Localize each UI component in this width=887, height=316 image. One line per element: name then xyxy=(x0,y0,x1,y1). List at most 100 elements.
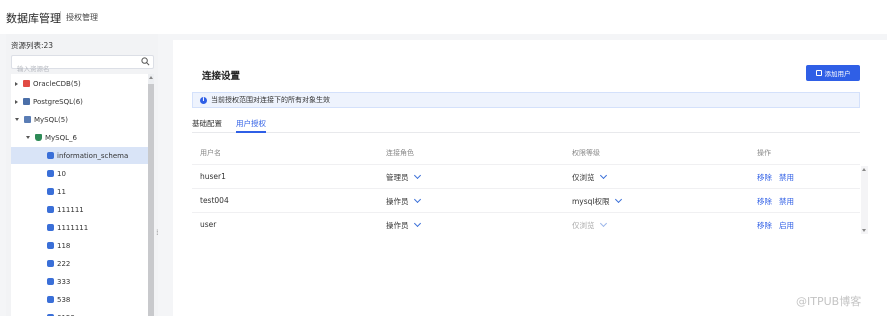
column-header-username: 用户名 xyxy=(200,149,221,157)
username-cell: test004 xyxy=(200,196,229,205)
tree-item-label: information_schema xyxy=(57,151,129,160)
schema-icon xyxy=(47,206,54,213)
tree-item-label: PostgreSQL(6) xyxy=(33,97,83,106)
postgresql-icon xyxy=(23,98,30,105)
info-icon: i xyxy=(200,96,207,104)
schema-icon xyxy=(47,188,54,195)
caret-down-icon[interactable] xyxy=(26,136,30,139)
page-title: 数据库管理 xyxy=(6,12,61,25)
tree-item[interactable]: MySQL(5) xyxy=(11,111,148,128)
table-row: test004 操作员 mysql权限 移除 禁用 xyxy=(192,188,860,212)
database-icon xyxy=(35,134,42,141)
oracle-icon xyxy=(23,80,30,87)
toggle-status-link[interactable]: 禁用 xyxy=(779,197,794,206)
tree-item[interactable]: 333 xyxy=(11,273,148,290)
schema-icon xyxy=(47,260,54,267)
chevron-down-icon[interactable] xyxy=(413,219,421,228)
column-header-role: 连接角色 xyxy=(386,149,414,157)
caret-down-icon[interactable] xyxy=(15,118,19,121)
breadcrumb-subtitle[interactable]: 授权管理 xyxy=(66,12,98,23)
add-user-label: 添加用户 xyxy=(824,70,851,78)
tree-item[interactable]: 11 xyxy=(11,183,148,200)
table-scrollbar[interactable] xyxy=(861,166,868,234)
resource-sidebar: 资源列表:23 OracleCDB(5) PostgreSQL(6) MySQL(5… xyxy=(6,34,158,316)
tree-item-label: 538 xyxy=(57,295,71,304)
schema-icon xyxy=(47,152,54,159)
resource-search-box xyxy=(11,55,154,75)
tab-basic-config[interactable]: 基础配置 xyxy=(192,118,222,133)
level-select: 仅浏览 xyxy=(572,219,607,231)
actions-cell: 移除 禁用 xyxy=(757,172,801,183)
column-header-level: 权限等级 xyxy=(572,149,600,157)
tree-item-label: 11 xyxy=(57,187,66,196)
actions-cell: 移除 启用 xyxy=(757,220,801,231)
tree-item[interactable]: MySQL_6 xyxy=(11,129,148,146)
tree-item[interactable]: 10 xyxy=(11,165,148,182)
actions-cell: 移除 禁用 xyxy=(757,196,801,207)
table-header: 用户名 连接角色 权限等级 操作 xyxy=(192,144,860,162)
table-row: huser1 管理员 仅浏览 移除 禁用 xyxy=(192,164,860,188)
role-select[interactable]: 管理员 xyxy=(386,171,421,183)
tree-item-label: 222 xyxy=(57,259,71,268)
role-select[interactable]: 操作员 xyxy=(386,195,421,207)
schema-icon xyxy=(47,296,54,303)
tab-bar: 基础配置 用户授权 xyxy=(192,117,860,133)
watermark-text: @ITPUB博客 xyxy=(796,295,862,308)
scroll-up-icon[interactable] xyxy=(149,76,153,79)
tree-item[interactable]: 111111 xyxy=(11,201,148,218)
add-user-button[interactable]: 添加用户 xyxy=(806,65,860,81)
toggle-status-link[interactable]: 禁用 xyxy=(779,173,794,182)
notice-text: 当前授权范围对连接下的所有对象生效 xyxy=(211,96,330,104)
role-select[interactable]: 操作员 xyxy=(386,219,421,231)
tab-user-authorization[interactable]: 用户授权 xyxy=(236,118,266,133)
connection-settings-panel: 连接设置 添加用户 i 当前授权范围对连接下的所有对象生效 基础配置 用户授权 … xyxy=(173,40,887,316)
remove-link[interactable]: 移除 xyxy=(757,221,772,230)
resize-handle-icon[interactable]: ⁞ xyxy=(156,228,159,237)
tree-item-label: 333 xyxy=(57,277,71,286)
tree-item-label: 10 xyxy=(57,169,66,178)
chevron-down-icon[interactable] xyxy=(599,171,607,180)
tree-item-label: 111111 xyxy=(57,205,84,214)
schema-icon xyxy=(47,278,54,285)
tree-item[interactable]: 6153 xyxy=(11,309,148,316)
toggle-status-link[interactable]: 启用 xyxy=(779,221,794,230)
tree-scrollbar[interactable] xyxy=(148,74,154,316)
tree-item-label: OracleCDB(5) xyxy=(33,79,81,88)
schema-icon xyxy=(47,170,54,177)
schema-icon xyxy=(47,224,54,231)
caret-right-icon[interactable] xyxy=(15,99,18,104)
tree-item[interactable]: 118 xyxy=(11,237,148,254)
role-value: 操作员 xyxy=(386,221,409,230)
scroll-down-icon[interactable] xyxy=(862,229,866,232)
caret-right-icon[interactable] xyxy=(15,81,18,86)
chevron-down-icon[interactable] xyxy=(413,171,421,180)
level-select[interactable]: mysql权限 xyxy=(572,195,622,207)
tree-item[interactable]: OracleCDB(5) xyxy=(11,75,148,92)
level-value: 仅浏览 xyxy=(572,173,595,182)
tree-item-label: 1111111 xyxy=(57,223,89,232)
column-header-actions: 操作 xyxy=(757,149,771,157)
remove-link[interactable]: 移除 xyxy=(757,197,772,206)
top-bar: 数据库管理 | 授权管理 xyxy=(0,0,887,34)
username-cell: huser1 xyxy=(200,172,226,181)
mysql-icon xyxy=(24,116,31,123)
resource-tree: OracleCDB(5) PostgreSQL(6) MySQL(5) MySQL_6… xyxy=(11,74,148,316)
chevron-down-icon[interactable] xyxy=(413,195,421,204)
scrollbar-thumb[interactable] xyxy=(148,84,154,316)
title-separator: | xyxy=(59,11,63,21)
chevron-down-icon[interactable] xyxy=(614,195,622,204)
tree-item[interactable]: 538 xyxy=(11,291,148,308)
scroll-up-icon[interactable] xyxy=(862,168,866,171)
tree-item-label: 118 xyxy=(57,241,71,250)
tree-item[interactable]: information_schema xyxy=(11,147,148,164)
level-select[interactable]: 仅浏览 xyxy=(572,171,607,183)
tree-item[interactable]: PostgreSQL(6) xyxy=(11,93,148,110)
level-value: mysql权限 xyxy=(572,197,610,206)
remove-link[interactable]: 移除 xyxy=(757,173,772,182)
role-value: 操作员 xyxy=(386,197,409,206)
tree-item[interactable]: 222 xyxy=(11,255,148,272)
panel-title: 连接设置 xyxy=(202,71,241,82)
search-icon[interactable] xyxy=(141,57,150,66)
role-value: 管理员 xyxy=(386,173,409,182)
tree-item[interactable]: 1111111 xyxy=(11,219,148,236)
